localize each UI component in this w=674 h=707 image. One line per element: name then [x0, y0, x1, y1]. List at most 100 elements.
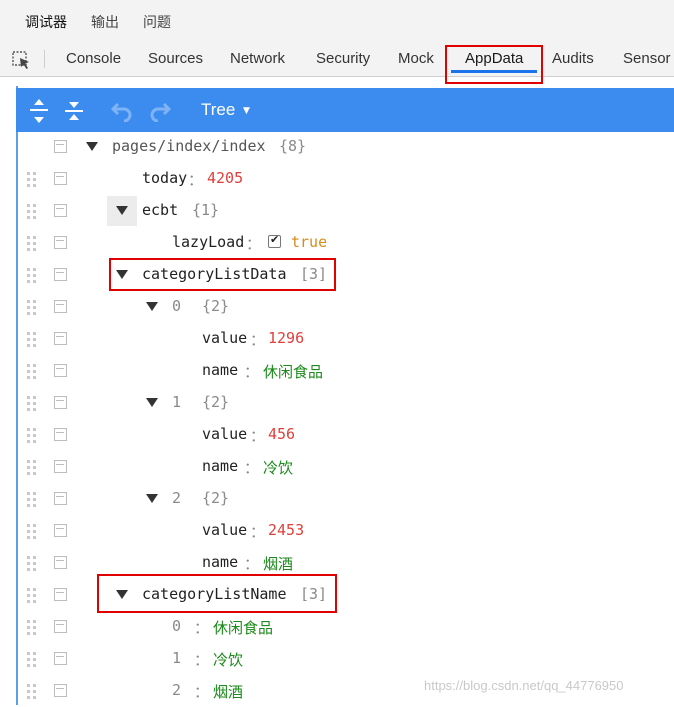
row-select-box[interactable]	[54, 556, 67, 569]
drag-handle-icon[interactable]	[27, 652, 37, 668]
row-select-box[interactable]	[54, 140, 67, 153]
lazyload-checkbox[interactable]	[268, 233, 281, 248]
row-select-box[interactable]	[54, 492, 67, 505]
row-select-box[interactable]	[54, 396, 67, 409]
drag-handle-icon[interactable]	[27, 396, 37, 412]
drag-handle-icon[interactable]	[27, 268, 37, 284]
view-mode-select[interactable]: Tree	[201, 100, 235, 120]
item-value[interactable]: 1296	[268, 329, 304, 347]
expand-toggle-icon[interactable]	[146, 302, 158, 311]
drag-handle-icon[interactable]	[27, 588, 37, 604]
key-ecbt: ecbt	[142, 201, 179, 219]
tree-row-name-entry: 1 ： 冷饮	[0, 643, 674, 675]
drag-handle-icon[interactable]	[27, 620, 37, 636]
row-select-box[interactable]	[54, 268, 67, 281]
devtools-tab-bar: Console Sources Network Security Mock Ap…	[0, 42, 674, 77]
redo-icon[interactable]	[148, 100, 172, 122]
name-value[interactable]: 休闲食品	[213, 617, 273, 638]
drag-handle-icon[interactable]	[27, 524, 37, 540]
tab-network[interactable]: Network	[230, 50, 285, 67]
drag-handle-icon[interactable]	[27, 332, 37, 348]
row-select-box[interactable]	[54, 172, 67, 185]
row-select-box[interactable]	[54, 588, 67, 601]
colon: ：	[194, 683, 210, 701]
tab-console[interactable]: Console	[66, 50, 121, 67]
inspect-element-icon[interactable]	[10, 49, 32, 71]
tab-problems[interactable]: 问题	[143, 12, 171, 32]
drag-handle-icon[interactable]	[27, 492, 37, 508]
expand-toggle-icon[interactable]	[146, 398, 158, 407]
expand-all-icon[interactable]	[29, 98, 49, 124]
row-select-box[interactable]	[54, 460, 67, 473]
item-value[interactable]: 2453	[268, 521, 304, 539]
drag-handle-icon[interactable]	[27, 460, 37, 476]
expand-toggle-icon[interactable]	[116, 206, 128, 215]
row-select-box[interactable]	[54, 204, 67, 217]
tree-row-name-entry: 0 ： 休闲食品	[0, 611, 674, 643]
tree-row-item: 0 {2}	[0, 291, 674, 323]
item-name[interactable]: 冷饮	[263, 457, 293, 478]
colon: ：	[250, 331, 266, 349]
name-index: 2	[172, 681, 182, 699]
key-value: value	[202, 329, 248, 347]
tab-output[interactable]: 输出	[91, 12, 119, 32]
drag-handle-icon[interactable]	[27, 236, 37, 252]
tab-audits[interactable]: Audits	[552, 50, 594, 67]
row-select-box[interactable]	[54, 428, 67, 441]
row-select-box[interactable]	[54, 652, 67, 665]
tab-sensor[interactable]: Sensor	[623, 50, 671, 67]
watermark: https://blog.csdn.net/qq_44776950	[424, 678, 624, 693]
key-today: today	[142, 169, 188, 187]
expand-toggle-icon[interactable]	[146, 494, 158, 503]
tab-security[interactable]: Security	[316, 50, 370, 67]
item-count: {2}	[202, 489, 230, 507]
drag-handle-icon[interactable]	[27, 556, 37, 572]
row-select-box[interactable]	[54, 364, 67, 377]
chevron-down-icon[interactable]: ▼	[243, 106, 250, 116]
item-name[interactable]: 烟酒	[263, 553, 293, 574]
colon: ：	[246, 235, 262, 253]
expand-toggle-icon[interactable]	[86, 142, 98, 151]
tab-separator	[44, 50, 45, 68]
tree-row-item: 1 {2}	[0, 387, 674, 419]
drag-handle-icon[interactable]	[27, 204, 37, 220]
key-name: name	[202, 457, 239, 475]
row-select-box[interactable]	[54, 332, 67, 345]
colon: ：	[188, 171, 204, 189]
ecbt-count: {1}	[192, 201, 220, 219]
tab-sources[interactable]: Sources	[148, 50, 203, 67]
drag-handle-icon[interactable]	[27, 300, 37, 316]
drag-handle-icon[interactable]	[27, 428, 37, 444]
item-value[interactable]: 456	[268, 425, 295, 443]
row-select-box[interactable]	[54, 684, 67, 697]
row-select-box[interactable]	[54, 524, 67, 537]
name-value[interactable]: 烟酒	[213, 681, 243, 702]
name-index: 1	[172, 649, 182, 667]
item-index: 1	[172, 393, 182, 411]
row-select-box[interactable]	[54, 620, 67, 633]
tab-mock[interactable]: Mock	[398, 50, 434, 67]
drag-handle-icon[interactable]	[27, 684, 37, 700]
row-select-box[interactable]	[54, 300, 67, 313]
undo-icon[interactable]	[110, 100, 134, 122]
tree-row-today: today ： 4205	[0, 163, 674, 195]
value-lazyload[interactable]: true	[291, 233, 327, 251]
root-path: pages/index/index	[112, 137, 266, 155]
key-value: value	[202, 425, 248, 443]
key-name: name	[202, 361, 239, 379]
collapse-all-icon[interactable]	[64, 98, 84, 124]
drag-handle-icon[interactable]	[27, 172, 37, 188]
item-count: {2}	[202, 297, 230, 315]
tree-row-root: pages/index/index {8}	[0, 131, 674, 163]
tree-row-item: 2 {2}	[0, 483, 674, 515]
tree-row-ecbt: ecbt {1}	[0, 195, 674, 227]
row-select-box[interactable]	[54, 236, 67, 249]
item-name[interactable]: 休闲食品	[263, 361, 323, 382]
tree-row-name: name ： 冷饮	[0, 451, 674, 483]
item-count: {2}	[202, 393, 230, 411]
tab-debugger[interactable]: 调试器	[25, 12, 67, 32]
name-value[interactable]: 冷饮	[213, 649, 243, 670]
drag-handle-icon[interactable]	[27, 364, 37, 380]
item-index: 0	[172, 297, 182, 315]
value-today[interactable]: 4205	[207, 169, 243, 187]
